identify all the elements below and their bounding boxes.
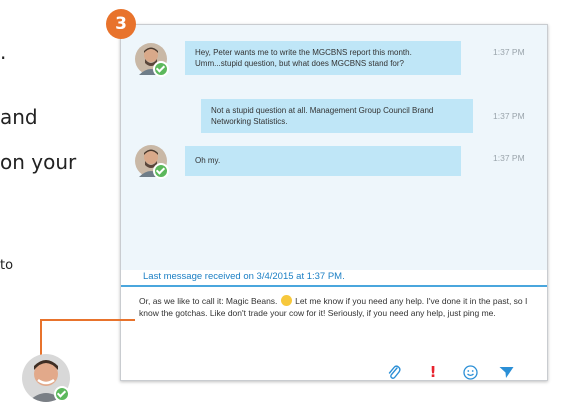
smiley-glyph [462, 364, 478, 380]
message-compose-input[interactable]: Or, as we like to call it: Magic Beans. … [139, 295, 549, 319]
compose-text-part: Or, as we like to call it: Magic Beans. [139, 296, 278, 306]
message-history[interactable]: Hey, Peter wants me to write the MGCBNS … [121, 25, 547, 270]
compose-divider [121, 285, 547, 287]
side-text-to: to [0, 258, 14, 273]
paperclip-glyph [388, 365, 401, 379]
side-text-period: . [0, 40, 7, 64]
smiley-emoticon-icon [280, 295, 292, 306]
send-icon[interactable] [497, 363, 515, 381]
message-bubble: Oh my. [185, 146, 461, 176]
presence-available-icon [54, 386, 70, 402]
contact-avatar[interactable] [135, 145, 169, 179]
user-avatar [20, 352, 72, 404]
paperclip-icon[interactable] [385, 363, 403, 381]
conversation-window: Hey, Peter wants me to write the MGCBNS … [120, 24, 548, 381]
last-message-status: Last message received on 3/4/2015 at 1:3… [143, 271, 345, 282]
message-bubble: Not a stupid question at all. Management… [201, 99, 473, 133]
presence-available-icon [153, 163, 169, 179]
presence-available-icon [153, 61, 169, 77]
side-text-on-your: on your [0, 150, 77, 174]
smiley-icon[interactable] [461, 363, 479, 381]
message-bubble: Hey, Peter wants me to write the MGCBNS … [185, 41, 461, 75]
side-text-and: and [0, 105, 38, 129]
contact-avatar[interactable] [135, 43, 169, 77]
importance-button[interactable]: ! [424, 363, 442, 381]
message-timestamp: 1:37 PM [493, 47, 525, 57]
message-timestamp: 1:37 PM [493, 111, 525, 121]
message-timestamp: 1:37 PM [493, 153, 525, 163]
send-glyph [499, 366, 513, 378]
step-badge: 3 [106, 9, 136, 39]
